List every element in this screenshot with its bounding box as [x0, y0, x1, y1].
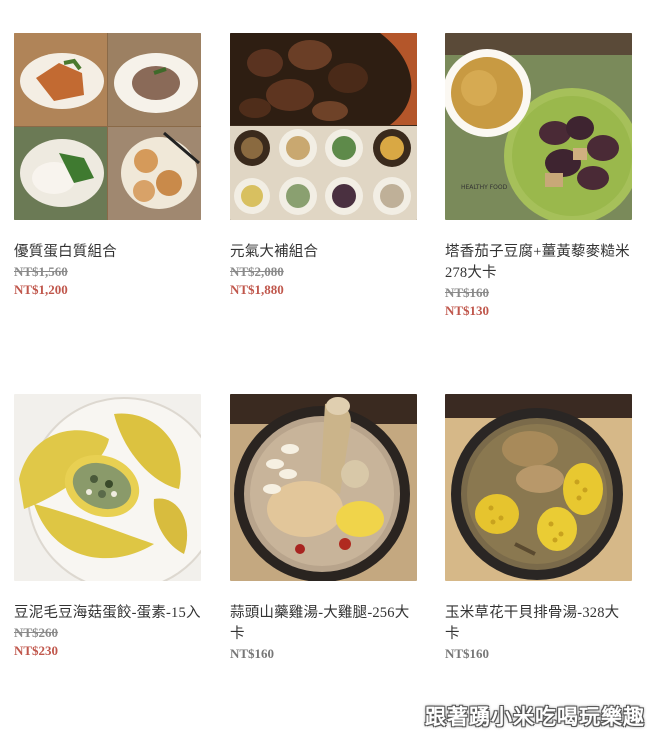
- product-title[interactable]: 元氣大補組合: [230, 242, 417, 263]
- product-image[interactable]: [230, 33, 417, 220]
- original-price: NT$1,560: [14, 264, 68, 279]
- product-title[interactable]: 玉米草花干貝排骨湯-328大卡: [445, 603, 632, 645]
- product-card[interactable]: 玉米草花干貝排骨湯-328大卡 NT$160: [445, 394, 632, 662]
- product-image[interactable]: [14, 33, 201, 220]
- product-image[interactable]: [14, 394, 201, 581]
- price: NT$160: [445, 646, 490, 661]
- product-title[interactable]: 豆泥毛豆海菇蛋餃-蛋素-15入: [14, 603, 201, 624]
- product-image[interactable]: HEALTHY FOOD: [445, 33, 632, 220]
- sale-price: NT$230: [14, 643, 59, 658]
- product-card[interactable]: 豆泥毛豆海菇蛋餃-蛋素-15入 NT$260 NT$230: [14, 394, 201, 659]
- svg-text:HEALTHY FOOD: HEALTHY FOOD: [461, 184, 508, 191]
- product-card[interactable]: 蒜頭山藥雞湯-大雞腿-256大卡 NT$160: [230, 394, 417, 662]
- product-title[interactable]: 塔香茄子豆腐+薑黃藜麥糙米 278大卡: [445, 242, 632, 284]
- product-card[interactable]: 優質蛋白質組合 NT$1,560 NT$1,200: [14, 33, 201, 298]
- original-price: NT$2,080: [230, 264, 284, 279]
- product-card[interactable]: HEALTHY FOOD 塔香茄子豆腐+薑黃藜麥糙米 278大卡 NT$160 …: [445, 33, 632, 319]
- sale-price: NT$1,200: [14, 282, 68, 297]
- original-price: NT$260: [14, 625, 59, 640]
- price: NT$160: [230, 646, 275, 661]
- product-title[interactable]: 優質蛋白質組合: [14, 242, 201, 263]
- sale-price: NT$130: [445, 303, 490, 318]
- product-image[interactable]: [230, 394, 417, 581]
- original-price: NT$160: [445, 285, 490, 300]
- watermark: 跟著踴小米吃喝玩樂趣: [425, 705, 645, 729]
- product-title[interactable]: 蒜頭山藥雞湯-大雞腿-256大卡: [230, 603, 417, 645]
- product-card[interactable]: 元氣大補組合 NT$2,080 NT$1,880: [230, 33, 417, 298]
- sale-price: NT$1,880: [230, 282, 284, 297]
- product-image[interactable]: [445, 394, 632, 581]
